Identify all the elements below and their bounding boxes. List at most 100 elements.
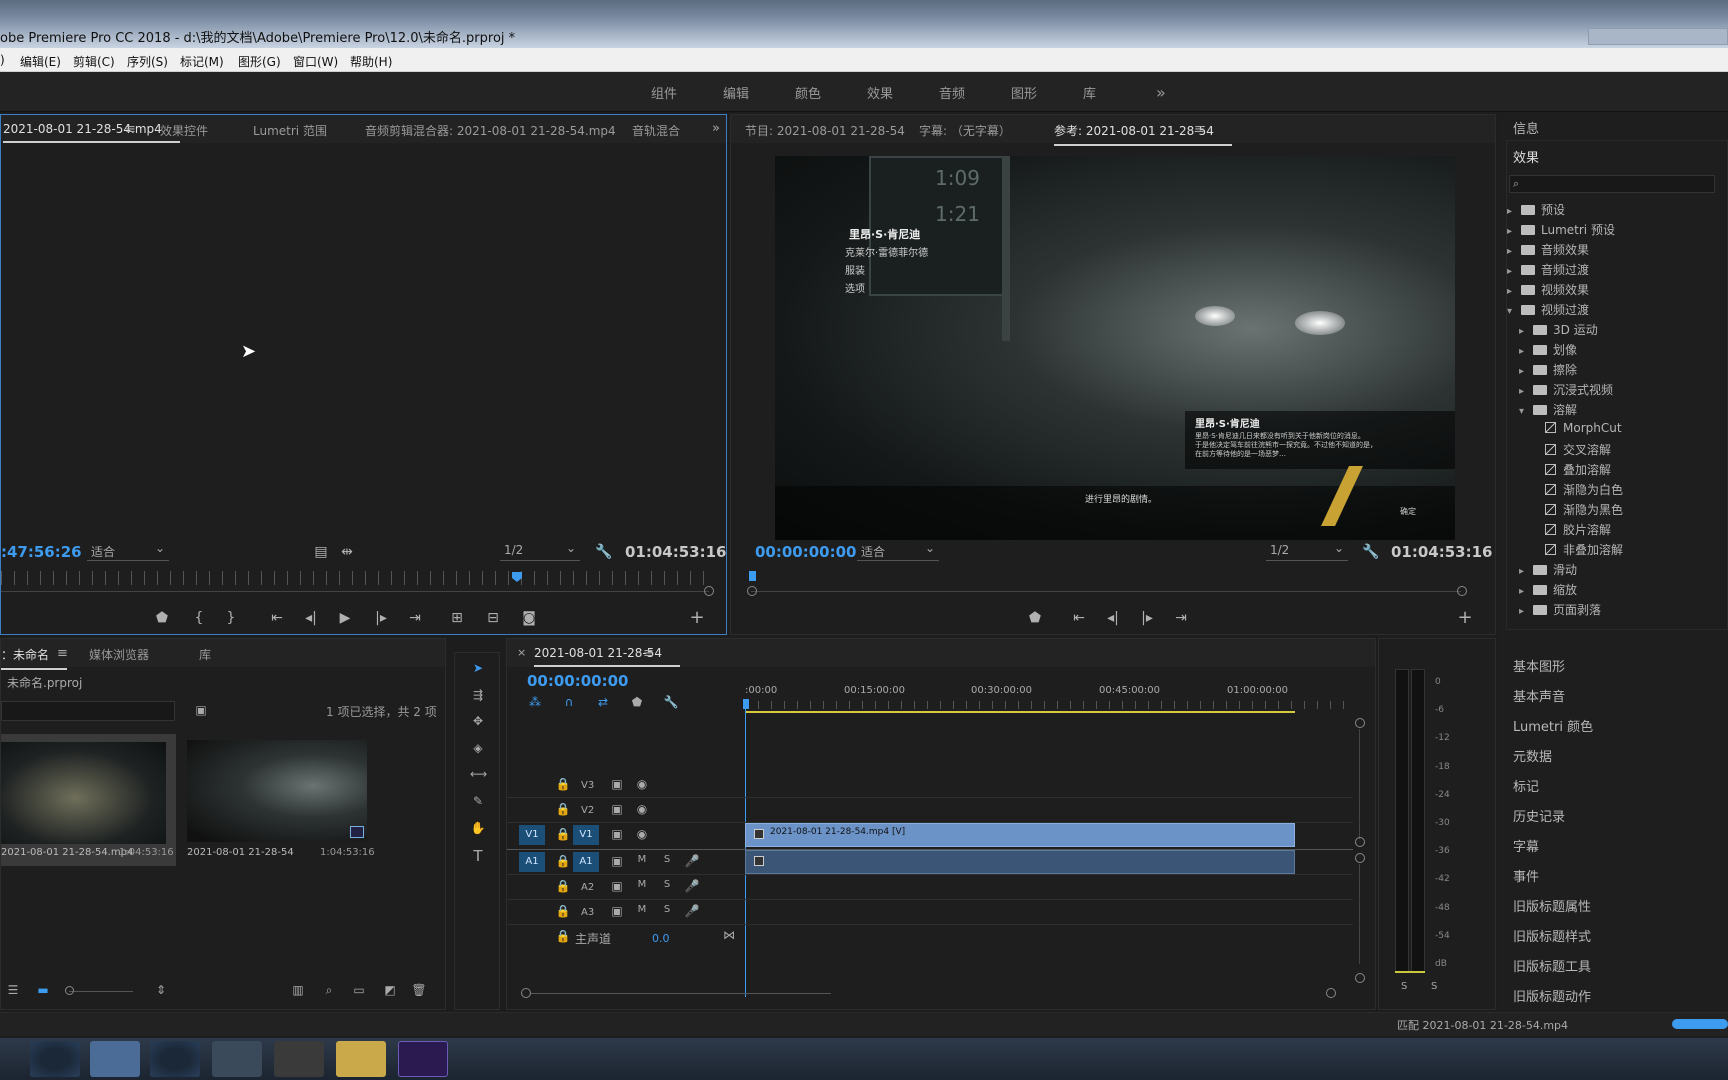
program-menu-icon[interactable]: ≡ (1194, 122, 1205, 137)
effect-folder[interactable]: ▸ 视频效果 (1507, 281, 1589, 299)
tab-project[interactable]: ：未命名 (1, 646, 68, 670)
workspace-libraries[interactable]: 库 (1083, 83, 1096, 102)
side-panel-header[interactable]: 旧版标题工具 (1513, 956, 1591, 975)
timeline-vscroll-mid2[interactable] (1355, 853, 1365, 863)
chevron-right-icon[interactable]: ▸ (1519, 586, 1533, 597)
effect-item[interactable]: MorphCut (1531, 421, 1622, 439)
tab-effect-controls[interactable]: 效果控件 (160, 122, 208, 139)
automate-to-sequence-icon[interactable]: ▥ (290, 983, 306, 997)
tab-reference[interactable]: 参考: 2021-08-01 21-28-54 (1054, 122, 1232, 146)
source-zoom-handle[interactable] (704, 586, 714, 596)
effect-folder[interactable]: ▸ 滑动 (1519, 561, 1577, 579)
clear-icon[interactable]: 🗑 (411, 983, 427, 997)
meter-solo-left[interactable]: S (1401, 981, 1407, 992)
effect-item[interactable]: 胶片溶解 (1531, 521, 1611, 539)
source-settings-wrench-icon[interactable]: 🔧 (594, 543, 614, 561)
taskbar-obs-icon[interactable] (274, 1041, 324, 1077)
sync-lock-v1-icon[interactable]: ▣ (609, 827, 625, 841)
info-panel-header[interactable]: 信息 (1513, 118, 1539, 137)
taskbar-steam-icon[interactable] (30, 1041, 80, 1077)
title-search-box[interactable] (1588, 28, 1728, 45)
solo-a2-button[interactable]: S (659, 879, 675, 890)
sync-lock-v2-icon[interactable]: ▣ (609, 802, 625, 816)
side-panel-header[interactable]: 旧版标题样式 (1513, 926, 1591, 945)
taskbar-premiere-icon[interactable] (398, 1041, 448, 1077)
program-timecode[interactable]: 00:00:00:00 (755, 543, 857, 561)
snap-icon[interactable]: ∩ (561, 695, 577, 709)
list-view-icon[interactable]: ☰ (5, 983, 21, 997)
thumbnail-size-slider[interactable] (69, 991, 133, 992)
new-item-icon[interactable]: ◩ (382, 983, 398, 997)
lock-a1-icon[interactable]: 🔒 (555, 854, 571, 868)
chevron-right-icon[interactable]: ▸ (1507, 286, 1521, 297)
mute-a1-button[interactable]: M (634, 854, 650, 865)
program-go-to-in-icon[interactable]: ⇤ (1069, 609, 1089, 627)
effect-folder[interactable]: ▸ 音频过渡 (1507, 261, 1589, 279)
program-playhead[interactable] (749, 571, 756, 581)
workspace-assembly[interactable]: 组件 (651, 83, 677, 102)
source-go-to-out-icon[interactable]: ⇥ (405, 609, 425, 627)
source-overflow-icon[interactable]: » (712, 121, 720, 136)
menu-item-clip[interactable]: 剪辑(C) (73, 53, 115, 70)
source-fit-dropdown[interactable]: 适合 (87, 541, 169, 561)
track-select-tool-icon[interactable]: ⇶ (470, 688, 486, 702)
meter-solo-right[interactable]: S (1431, 981, 1437, 992)
taskbar-explorer-icon[interactable] (336, 1041, 386, 1077)
linked-selection-icon[interactable]: ⇄ (595, 695, 611, 709)
lock-v1-icon[interactable]: 🔒 (555, 827, 571, 841)
menu-item-graphics[interactable]: 图形(G) (238, 53, 281, 70)
chevron-right-icon[interactable]: ▸ (1507, 206, 1521, 217)
program-step-forward-icon[interactable]: |▸ (1137, 609, 1157, 627)
effect-folder[interactable]: ▸ 页面剥落 (1519, 601, 1601, 619)
timeline-ruler[interactable] (745, 701, 1353, 709)
source-add-marker-icon[interactable]: ⬟ (152, 609, 172, 627)
side-panel-header[interactable]: 标记 (1513, 776, 1539, 795)
source-play-icon[interactable]: ▶ (335, 609, 355, 627)
eye-v2-icon[interactable]: ◉ (634, 802, 650, 816)
program-settings-wrench-icon[interactable]: 🔧 (1361, 543, 1381, 561)
pen-tool-icon[interactable]: ✎ (470, 794, 486, 808)
chevron-right-icon[interactable]: ▸ (1519, 566, 1533, 577)
effect-folder[interactable]: ▸ 音频效果 (1507, 241, 1589, 259)
voiceover-a3-icon[interactable]: 🎤 (684, 904, 700, 918)
timeline-timecode[interactable]: 00:00:00:00 (527, 672, 629, 690)
track-target-a1[interactable]: A1 (573, 852, 599, 872)
hand-tool-icon[interactable]: ✋ (470, 821, 486, 835)
eye-v1-icon[interactable]: ◉ (634, 827, 650, 841)
lock-a3-icon[interactable]: 🔒 (555, 904, 571, 918)
effect-item[interactable]: 叠加溶解 (1531, 461, 1611, 479)
program-zoom-handle-left[interactable] (747, 586, 757, 596)
type-tool-icon[interactable]: T (470, 847, 486, 865)
sync-lock-a2-icon[interactable]: ▣ (609, 879, 625, 893)
chevron-right-icon[interactable]: ▸ (1519, 606, 1533, 617)
effect-folder[interactable]: ▸ 预设 (1507, 201, 1565, 219)
program-zoom-bar[interactable] (751, 591, 1461, 592)
effect-folder[interactable]: ▾ 视频过渡 (1507, 301, 1589, 319)
timeline-settings-icon[interactable]: 🔧 (663, 695, 679, 709)
tab-libraries[interactable]: 库 (199, 646, 211, 663)
tab-program[interactable]: 节目: 2021-08-01 21-28-54 (745, 122, 905, 139)
source-mark-in-icon[interactable]: { (189, 609, 209, 627)
eye-v3-icon[interactable]: ◉ (634, 777, 650, 791)
timeline-vscroll-bottom[interactable] (1355, 973, 1365, 983)
slip-tool-icon[interactable]: ⟷ (470, 767, 487, 781)
new-bin-from-search-icon[interactable]: ▣ (193, 703, 209, 717)
side-panel-header[interactable]: 元数据 (1513, 746, 1552, 765)
project-menu-icon[interactable]: ≡ (57, 646, 68, 661)
taskbar-game-icon[interactable] (212, 1041, 262, 1077)
tab-media-browser[interactable]: 媒体浏览器 (89, 646, 149, 663)
source-patch-a1[interactable]: A1 (519, 852, 545, 872)
tab-audio-track-mixer[interactable]: 音轨混合 (632, 122, 690, 139)
source-drag-audio-icon[interactable]: ⇹ (337, 543, 357, 561)
effect-item[interactable]: 渐隐为白色 (1531, 481, 1623, 499)
workspace-graphics[interactable]: 图形 (1011, 83, 1037, 102)
source-go-to-in-icon[interactable]: ⇤ (267, 609, 287, 627)
project-item-2[interactable]: 2021-08-01 21-28-54 1:04:53:16 (181, 734, 376, 866)
lock-v2-icon[interactable]: 🔒 (555, 802, 571, 816)
source-add-button-icon[interactable]: + (687, 609, 707, 627)
program-go-to-out-icon[interactable]: ⇥ (1171, 609, 1191, 627)
effect-folder[interactable]: ▸ 3D 运动 (1519, 321, 1598, 339)
video-clip-v1[interactable]: 2021-08-01 21-28-54.mp4 [V] (745, 823, 1295, 847)
effect-folder[interactable]: ▸ 缩放 (1519, 581, 1577, 599)
source-time-ruler[interactable] (1, 571, 709, 585)
